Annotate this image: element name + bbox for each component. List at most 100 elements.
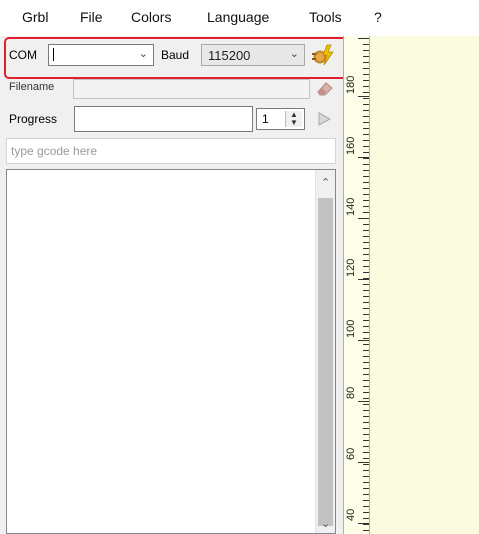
ruler-minor-tick [363,332,369,333]
ruler-minor-tick [363,110,369,111]
ruler-minor-tick [363,62,369,63]
drawing-canvas[interactable] [370,36,479,534]
menu-help[interactable]: ? [374,9,382,25]
ruler-minor-tick [363,194,369,195]
ruler-minor-tick [363,146,369,147]
ruler-minor-tick [363,200,369,201]
ruler-minor-tick [363,488,369,489]
ruler-label: 80 [345,386,357,399]
menu-bar: Grbl File Colors Language Tools ? [0,0,479,36]
ruler-label: 100 [345,319,357,338]
ruler-minor-tick [363,302,369,303]
ruler-minor-tick [363,434,369,435]
ruler-major-tick [358,279,369,280]
ruler-minor-tick [363,206,369,207]
ruler-minor-tick [363,128,369,129]
baud-rate-select[interactable]: 115200 ⌄ [201,44,305,66]
progress-label: Progress [9,112,58,126]
lightning-plug-icon [312,44,334,66]
baud-label: Baud [161,48,190,62]
ruler-minor-tick [363,518,369,519]
menu-colors[interactable]: Colors [131,9,171,25]
ruler-minor-tick [363,398,369,399]
ruler-minor-tick [363,530,369,531]
ruler-minor-tick [363,80,369,81]
clear-file-button[interactable] [315,79,335,97]
ruler-minor-tick [363,356,369,357]
ruler-minor-tick [363,500,369,501]
ruler-label: 120 [345,258,357,277]
com-port-select[interactable]: ⌄ [48,44,154,66]
ruler-minor-tick [363,74,369,75]
ruler-minor-tick [363,422,369,423]
menu-grbl[interactable]: Grbl [22,9,48,25]
ruler-minor-tick [363,296,369,297]
chevron-down-icon: ⌄ [289,48,299,60]
ruler-minor-tick [363,56,369,57]
progress-bar [74,106,253,132]
ruler-minor-tick [363,338,369,339]
ruler-minor-tick [363,134,369,135]
ruler-minor-tick [363,476,369,477]
ruler-major-tick [358,401,369,402]
scroll-up-icon[interactable]: ⌃ [321,176,330,189]
ruler-minor-tick [363,44,369,45]
ruler-minor-tick [363,284,369,285]
ruler-minor-tick [363,278,369,279]
ruler-minor-tick [363,404,369,405]
ruler-minor-tick [363,458,369,459]
menu-file[interactable]: File [80,9,103,25]
ruler-minor-tick [363,446,369,447]
filename-field [73,79,310,99]
ruler-minor-tick [363,140,369,141]
ruler-minor-tick [363,98,369,99]
ruler-minor-tick [363,122,369,123]
menu-tools[interactable]: Tools [309,9,342,25]
ruler-label: 40 [345,508,357,521]
ruler-minor-tick [363,494,369,495]
ruler-major-tick [358,340,369,341]
ruler-minor-tick [363,212,369,213]
ruler-minor-tick [363,254,369,255]
vertical-scrollbar[interactable]: ⌃ ⌄ [315,170,335,533]
connect-button[interactable] [311,43,335,67]
console-log[interactable]: ⌃ ⌄ [6,169,336,534]
ruler-label: 180 [345,75,357,94]
ruler-major-tick [358,462,369,463]
ruler-minor-tick [363,182,369,183]
ruler-minor-tick [363,86,369,87]
ruler-minor-tick [363,242,369,243]
ruler-minor-tick [363,290,369,291]
ruler-minor-tick [363,272,369,273]
ruler-minor-tick [363,236,369,237]
ruler-minor-tick [363,350,369,351]
ruler-label: 60 [345,447,357,460]
ruler-minor-tick [363,152,369,153]
ruler-minor-tick [363,248,369,249]
ruler-minor-tick [363,362,369,363]
ruler-minor-tick [363,410,369,411]
ruler-minor-tick [363,452,369,453]
menu-language[interactable]: Language [207,9,269,25]
start-button[interactable] [316,111,332,127]
scrollbar-thumb[interactable] [318,198,333,526]
ruler-minor-tick [363,344,369,345]
ruler-minor-tick [363,524,369,525]
scroll-down-icon[interactable]: ⌄ [321,517,330,530]
copies-stepper[interactable]: 1 ▲ ▼ [256,108,305,130]
ruler-label: 140 [345,197,357,216]
stepper-buttons[interactable]: ▲ ▼ [285,110,302,127]
down-arrow-icon[interactable]: ▼ [290,118,298,127]
copies-value: 1 [262,112,269,126]
ruler-minor-tick [363,482,369,483]
ruler-minor-tick [363,464,369,465]
ruler-minor-tick [363,68,369,69]
text-caret [53,48,54,61]
ruler-minor-tick [363,380,369,381]
gcode-input[interactable] [6,138,336,164]
ruler-minor-tick [363,326,369,327]
ruler-minor-tick [363,392,369,393]
ruler-minor-tick [363,470,369,471]
vertical-ruler: 180 160 140 120 100 80 60 40 [343,36,370,534]
ruler-minor-tick [363,224,369,225]
